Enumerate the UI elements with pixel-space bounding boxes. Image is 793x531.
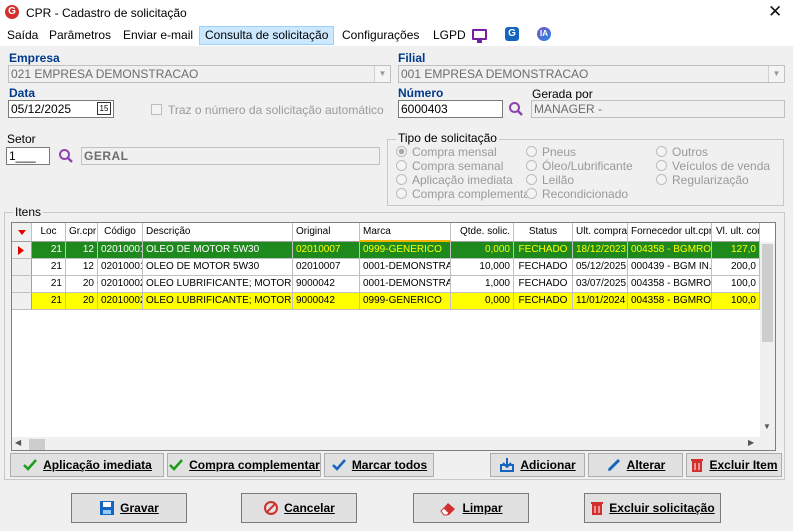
horizontal-scrollbar[interactable]: ◀ ▶ xyxy=(12,437,775,450)
save-icon xyxy=(100,501,115,515)
monitor-stand-icon xyxy=(477,40,482,43)
setor-label: Setor xyxy=(7,132,36,146)
gerada-por-label: Gerada por xyxy=(532,87,593,101)
aplicacao-imediata-button[interactable]: Aplicação imediata xyxy=(10,453,164,477)
excluir-item-button[interactable]: Excluir Item xyxy=(686,453,782,477)
radio-leilao[interactable]: Leilão xyxy=(526,173,574,187)
chevron-down-icon[interactable]: ▼ xyxy=(374,66,390,82)
radio-pneus[interactable]: Pneus xyxy=(526,145,576,159)
ia-icon[interactable]: IA xyxy=(537,27,551,41)
scrollbar-thumb[interactable] xyxy=(29,439,45,450)
auto-numero-label: Traz o número da solicitação automático xyxy=(168,103,384,117)
col-header-marca[interactable]: Marca xyxy=(360,223,451,242)
trash-icon xyxy=(591,502,604,515)
row-indicator[interactable] xyxy=(12,242,32,259)
data-field[interactable]: 05/12/2025 15 xyxy=(8,100,114,118)
search-icon[interactable] xyxy=(508,101,524,117)
sort-down-icon[interactable] xyxy=(12,223,32,241)
radio-aplicacao-imediata[interactable]: Aplicação imediata xyxy=(396,173,513,187)
menu-consulta-solicitacao[interactable]: Consulta de solicitação xyxy=(199,26,335,45)
col-header-codigo[interactable]: Código xyxy=(98,223,143,242)
radio-compra-complementar[interactable]: Compra complementar xyxy=(396,187,534,201)
gravar-button[interactable]: Gravar xyxy=(71,493,187,523)
excluir-solicitacao-button[interactable]: Excluir solicitação xyxy=(584,493,721,523)
radio-compra-mensal[interactable]: Compra mensal xyxy=(396,145,497,159)
chevron-down-icon[interactable]: ▼ xyxy=(768,66,784,82)
check-icon xyxy=(169,459,184,471)
radio-oleo-lubrificante[interactable]: Óleo/Lubrificante xyxy=(526,159,633,173)
col-header-qtde[interactable]: Qtde. solic. xyxy=(451,223,514,242)
scrollbar-thumb[interactable] xyxy=(762,244,773,342)
numero-field[interactable]: 6000403 xyxy=(398,100,503,118)
alterar-button[interactable]: Alterar xyxy=(588,453,683,477)
numero-label: Número xyxy=(398,86,444,100)
monitor-icon[interactable] xyxy=(472,29,487,40)
itens-grid: Loc Gr.cpr Código Descrição Original Mar… xyxy=(11,222,776,451)
setor-name-field: GERAL xyxy=(81,147,380,165)
itens-legend: Itens xyxy=(13,205,44,219)
search-icon[interactable] xyxy=(58,148,74,164)
eraser-icon xyxy=(440,503,456,516)
download-icon xyxy=(500,458,515,472)
empresa-label: Empresa xyxy=(9,51,60,65)
menu-parametros[interactable]: Parâmetros xyxy=(44,26,116,45)
menu-lgpd[interactable]: LGPD xyxy=(428,26,471,45)
calendar-icon[interactable]: 15 xyxy=(97,102,111,115)
limpar-button[interactable]: Limpar xyxy=(413,493,529,523)
scroll-right-icon[interactable]: ▶ xyxy=(748,438,754,447)
setor-code-field[interactable]: 1___ xyxy=(6,147,50,165)
close-icon[interactable]: ✕ xyxy=(768,2,782,22)
grid-header-indicator[interactable] xyxy=(12,223,32,242)
row-indicator[interactable] xyxy=(12,293,32,310)
pencil-icon xyxy=(607,458,620,472)
col-header-ult-compra[interactable]: Ult. compra xyxy=(573,223,628,242)
g-app-icon[interactable]: G xyxy=(505,27,519,41)
menu-enviar-email[interactable]: Enviar e-mail xyxy=(118,26,198,45)
auto-numero-checkbox[interactable] xyxy=(151,104,162,115)
row-indicator[interactable] xyxy=(12,276,32,293)
check-icon xyxy=(23,459,38,471)
filial-combo[interactable]: 001 EMPRESA DEMONSTRACAO ▼ xyxy=(398,65,785,83)
radio-outros[interactable]: Outros xyxy=(656,145,708,159)
gerada-por-field: MANAGER - xyxy=(531,100,785,118)
empresa-combo[interactable]: 021 EMPRESA DEMONSTRACAO ▼ xyxy=(8,65,391,83)
trash-icon xyxy=(691,459,704,472)
cancelar-button[interactable]: Cancelar xyxy=(241,493,357,523)
empresa-value: 021 EMPRESA DEMONSTRACAO xyxy=(11,67,199,81)
radio-recondicionado[interactable]: Recondicionado xyxy=(526,187,628,201)
adicionar-button[interactable]: Adicionar xyxy=(490,453,585,477)
cancel-icon xyxy=(264,501,279,515)
row-indicator[interactable] xyxy=(12,259,32,276)
filial-label: Filial xyxy=(398,51,426,65)
radio-compra-semanal[interactable]: Compra semanal xyxy=(396,159,503,173)
col-header-fornecedor[interactable]: Fornecedor ult.cpr xyxy=(628,223,712,242)
marcar-todos-button[interactable]: Marcar todos xyxy=(324,453,434,477)
filial-value: 001 EMPRESA DEMONSTRACAO xyxy=(401,67,589,81)
title-bar: G CPR - Cadastro de solicitação ✕ xyxy=(0,0,793,26)
data-label: Data xyxy=(9,86,36,100)
tipo-solicitacao-legend: Tipo de solicitação xyxy=(396,131,499,145)
menu-configuracoes[interactable]: Configurações xyxy=(337,26,424,45)
compra-complementar-button[interactable]: Compra complementar xyxy=(167,453,321,477)
app-logo-icon: G xyxy=(5,5,19,19)
scroll-left-icon[interactable]: ◀ xyxy=(15,438,21,447)
col-header-vl-ult[interactable]: Vl. ult. com xyxy=(712,223,760,242)
col-header-descricao[interactable]: Descrição xyxy=(143,223,293,242)
col-header-grcpr[interactable]: Gr.cpr xyxy=(66,223,98,242)
data-value: 05/12/2025 xyxy=(11,102,72,116)
row-pointer-icon xyxy=(18,246,24,255)
check-icon xyxy=(331,459,346,471)
radio-regularizacao[interactable]: Regularização xyxy=(656,173,749,187)
col-header-loc[interactable]: Loc xyxy=(32,223,66,242)
window-title: CPR - Cadastro de solicitação xyxy=(26,6,187,20)
col-header-original[interactable]: Original xyxy=(293,223,360,242)
vertical-scrollbar[interactable]: ▼ xyxy=(760,242,775,438)
radio-veiculos-de-venda[interactable]: Veículos de venda xyxy=(656,159,770,173)
scroll-down-icon[interactable]: ▼ xyxy=(763,422,771,431)
menu-saida[interactable]: Saída xyxy=(2,26,43,45)
col-header-status[interactable]: Status xyxy=(514,223,573,242)
menu-bar: Saída Parâmetros Enviar e-mail Consulta … xyxy=(0,26,793,46)
